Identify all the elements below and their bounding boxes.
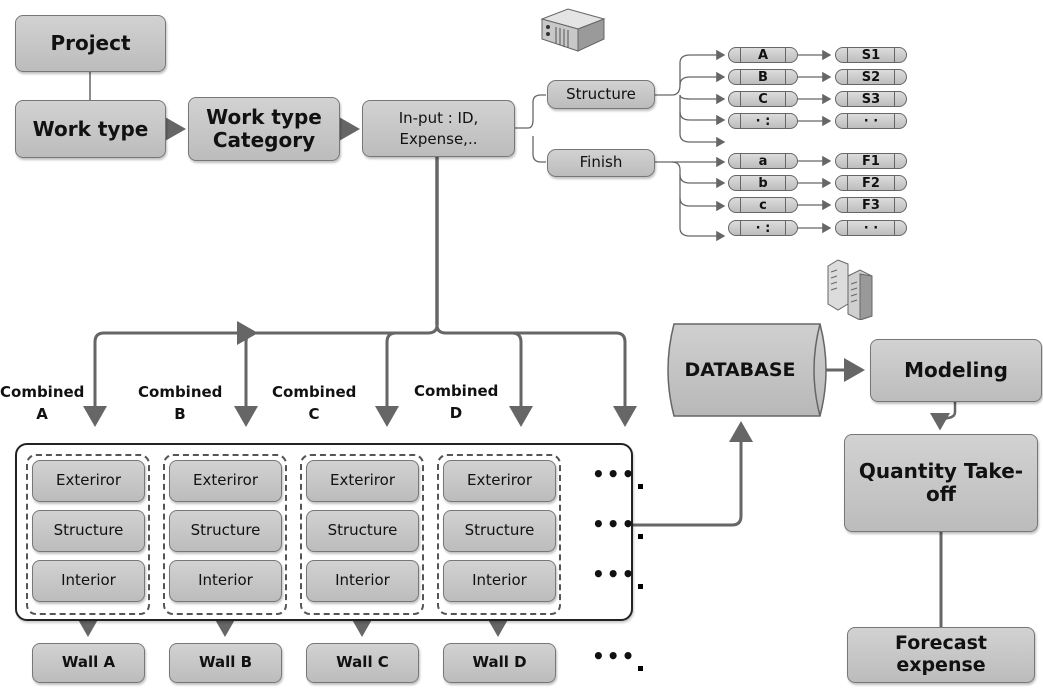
- layer-interior: Interior: [169, 560, 282, 602]
- forecast-expense-label: Forecast expense: [895, 632, 987, 676]
- quantity-takeoff-label: Quantity Take-off: [858, 459, 1024, 506]
- finish-item: b: [728, 175, 798, 191]
- wall-b: Wall B: [169, 643, 282, 683]
- layer-structure: Structure: [306, 510, 419, 552]
- combined-a-label: Combined A: [0, 383, 85, 423]
- combined-d-label: Combined D: [414, 382, 499, 422]
- structure-item: C: [728, 91, 798, 107]
- finish-result: F1: [835, 153, 907, 169]
- structure-result: S1: [835, 47, 907, 63]
- finish-item: · :: [728, 220, 798, 236]
- database-node: DATABASE: [660, 322, 835, 418]
- work-type-label: Work type: [32, 116, 149, 141]
- work-type-node: Work type: [15, 100, 166, 158]
- ellipsis: •••: [592, 562, 644, 589]
- layer-structure: Structure: [32, 510, 145, 552]
- structure-result: S3: [835, 91, 907, 107]
- ellipsis: •••: [592, 512, 644, 539]
- input-node: In-put : ID, Expense,..: [362, 100, 515, 157]
- layer-exterior: Exteriror: [443, 460, 556, 502]
- project-label: Project: [50, 31, 131, 55]
- layer-structure: Structure: [169, 510, 282, 552]
- layer-interior: Interior: [443, 560, 556, 602]
- building-icon: [826, 258, 886, 321]
- layer-interior: Interior: [32, 560, 145, 602]
- database-label: DATABASE: [684, 359, 796, 381]
- wall-d: Wall D: [443, 643, 556, 683]
- structure-result: S2: [835, 69, 907, 85]
- finish-label: Finish: [579, 153, 623, 172]
- finish-item: c: [728, 197, 798, 213]
- modeling-node: Modeling: [870, 339, 1042, 402]
- wall-a: Wall A: [32, 643, 145, 683]
- arrow-modeling-qto: [930, 402, 957, 431]
- work-type-category-node: Work type Category: [188, 97, 340, 161]
- layer-exterior: Exteriror: [169, 460, 282, 502]
- structure-label: Structure: [566, 84, 636, 103]
- finish-item: a: [728, 153, 798, 169]
- server-icon: [538, 5, 608, 55]
- layer-exterior: Exteriror: [32, 460, 145, 502]
- modeling-label: Modeling: [904, 358, 1008, 382]
- work-type-category-label: Work type Category: [206, 105, 322, 152]
- input-label: In-put : ID, Expense,..: [398, 109, 479, 148]
- structure-item: · :: [728, 113, 798, 129]
- structure-item: A: [728, 47, 798, 63]
- finish-node: Finish: [547, 149, 655, 177]
- quantity-takeoff-node: Quantity Take-off: [844, 434, 1038, 532]
- ellipsis: •••: [592, 644, 644, 671]
- layer-interior: Interior: [306, 560, 419, 602]
- structure-result: · ·: [835, 113, 907, 129]
- wall-c: Wall C: [306, 643, 419, 683]
- forecast-expense-node: Forecast expense: [847, 627, 1035, 683]
- finish-result: F3: [835, 197, 907, 213]
- finish-result: · ·: [835, 220, 907, 236]
- arrow-to-database: [632, 421, 753, 527]
- combined-c-label: Combined C: [272, 383, 357, 423]
- structure-item: B: [728, 69, 798, 85]
- ellipsis: •••: [592, 462, 644, 489]
- structure-node: Structure: [547, 80, 655, 109]
- layer-structure: Structure: [443, 510, 556, 552]
- combined-b-label: Combined B: [138, 383, 223, 423]
- finish-result: F2: [835, 175, 907, 191]
- project-node: Project: [15, 15, 166, 72]
- layer-exterior: Exteriror: [306, 460, 419, 502]
